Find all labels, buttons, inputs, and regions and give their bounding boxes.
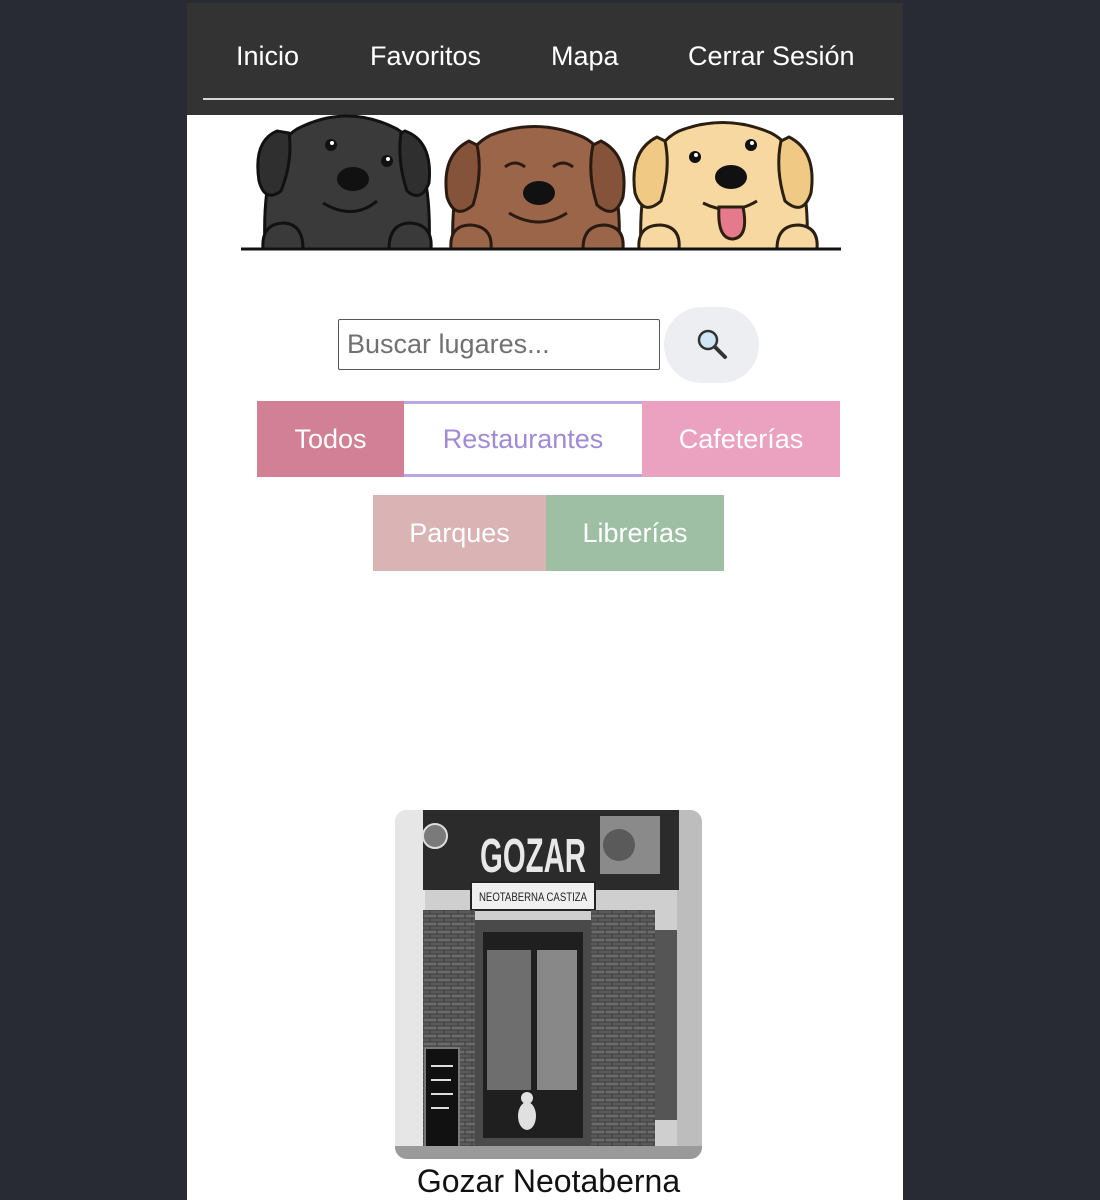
filter-restaurantes[interactable]: Restaurantes [404,401,642,477]
filter-librerias[interactable]: Librerías [546,495,724,571]
golden-dog-icon [632,121,819,251]
nav-inicio[interactable]: Inicio [236,39,299,73]
nav-favoritos[interactable]: Favoritos [370,39,481,73]
place-title[interactable]: Gozar Neotaberna [387,1161,710,1200]
nav-divider [203,98,894,100]
nav-cerrar-sesion[interactable]: Cerrar Sesión [688,39,855,73]
storefront-image: GOZAR NEOTABERNA CASTIZA [395,810,702,1159]
search-button[interactable] [664,307,759,383]
top-nav: Inicio Favoritos Mapa Cerrar Sesión [187,3,903,115]
nav-mapa[interactable]: Mapa [551,39,619,73]
black-dog-icon [256,114,433,251]
search-icon [697,329,727,359]
search-input[interactable] [338,319,660,370]
dogs-banner-illustration [241,114,841,251]
sign-subtitle: NEOTABERNA CASTIZA [479,890,587,904]
app-container: Inicio Favoritos Mapa Cerrar Sesión Busc… [187,3,903,1200]
place-photo[interactable]: GOZAR NEOTABERNA CASTIZA [395,810,702,1159]
sign-title: GOZAR [480,830,586,883]
brown-dog-icon [444,125,626,251]
filter-todos[interactable]: Todos [257,401,404,477]
filter-parques[interactable]: Parques [373,495,546,571]
filter-cafeterias[interactable]: Cafeterías [642,401,840,477]
